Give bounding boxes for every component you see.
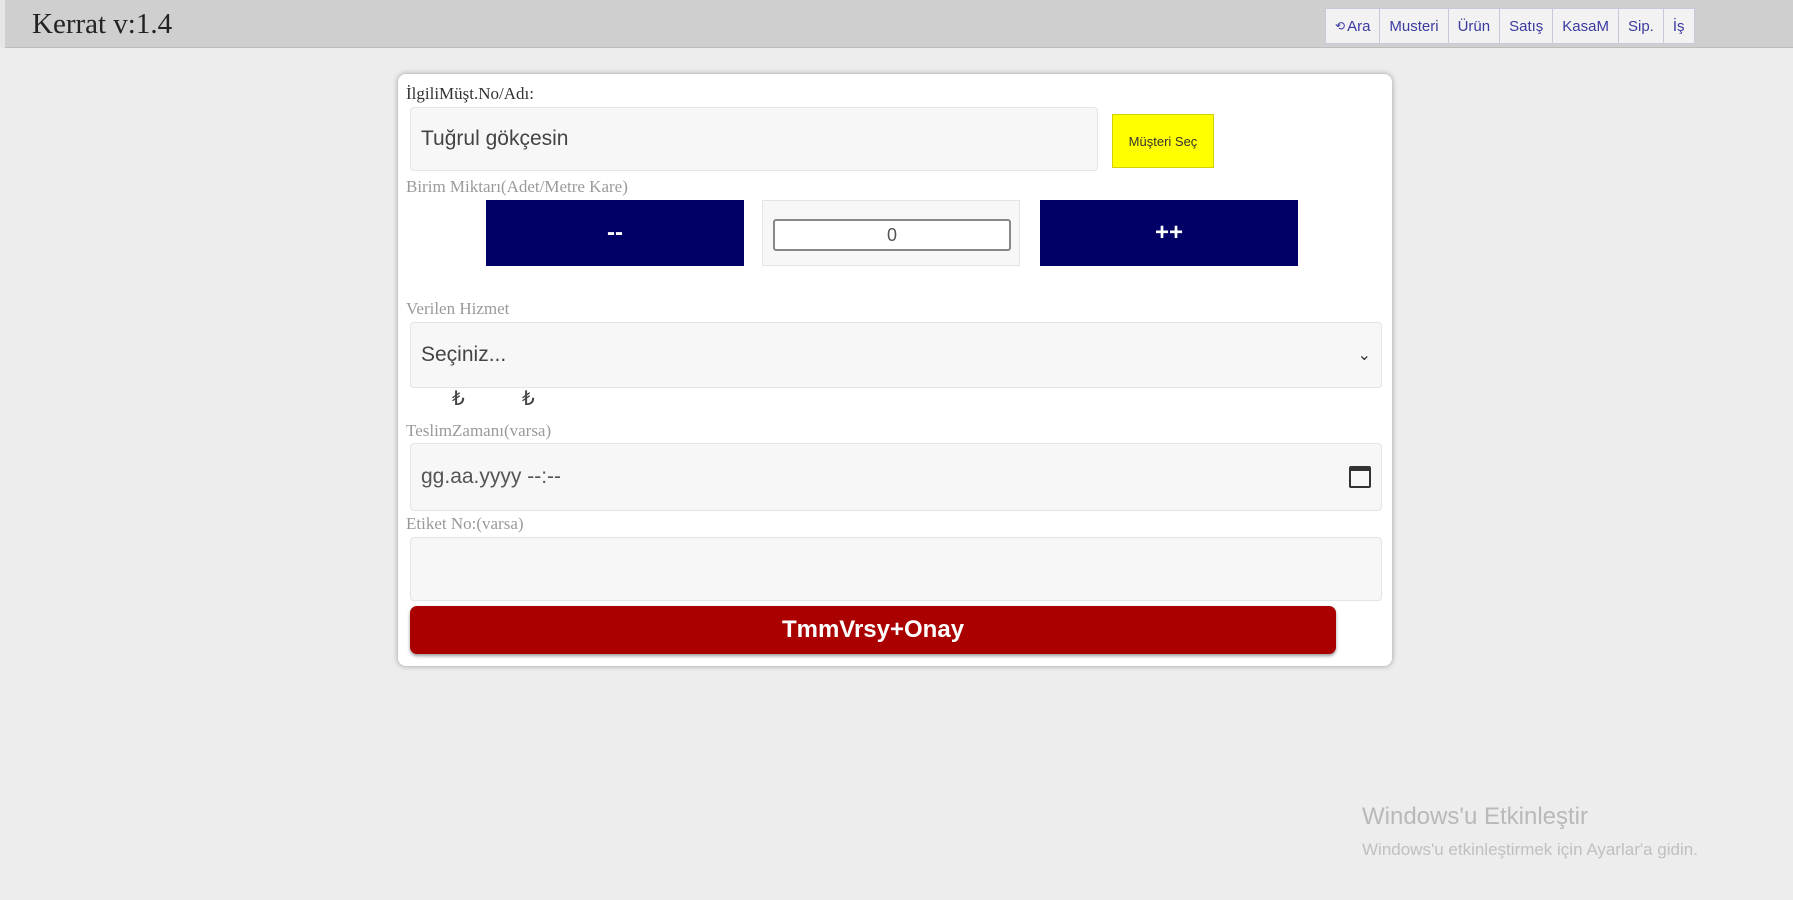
top-bar: Kerrat v:1.4 ⟲ Ara Musteri Ürün Satış Ka…: [0, 0, 1793, 48]
chevron-down-icon: ⌄: [1357, 347, 1371, 364]
increment-button[interactable]: ++: [1040, 200, 1298, 266]
order-form-card: İlgiliMüşt.No/Adı: Tuğrul gökçesin Müşte…: [398, 74, 1392, 666]
nav-item-is[interactable]: İş: [1664, 9, 1694, 43]
delivery-label: TeslimZamanı(varsa): [406, 421, 552, 440]
service-select[interactable]: Seçiniz... ⌄: [410, 322, 1382, 388]
service-select-value: Seçiniz...: [421, 343, 507, 366]
calendar-icon[interactable]: [1349, 466, 1371, 488]
select-customer-button[interactable]: Müşteri Seç: [1112, 114, 1214, 168]
service-label: Verilen Hizmet: [406, 299, 510, 318]
submit-button[interactable]: TmmVrsy+Onay: [410, 606, 1336, 654]
nav-item-urun[interactable]: Ürün: [1449, 9, 1501, 43]
quantity-label: Birim Miktarı(Adet/Metre Kare): [406, 177, 628, 196]
customer-label: İlgiliMüşt.No/Adı:: [406, 84, 534, 103]
decrement-button[interactable]: --: [486, 200, 744, 266]
nav-item-kasam[interactable]: KasaM: [1553, 9, 1619, 43]
price-display-1: ₺: [452, 388, 465, 410]
nav-item-satis[interactable]: Satış: [1500, 9, 1554, 43]
quantity-stepper: 0: [762, 200, 1020, 266]
refresh-icon: ⟲: [1335, 19, 1346, 33]
top-nav: ⟲ Ara Musteri Ürün Satış KasaM Sip. İş: [1325, 8, 1695, 44]
top-bar-edge: [0, 0, 5, 48]
nav-item-musteri[interactable]: Musteri: [1380, 9, 1449, 43]
tag-label: Etiket No:(varsa): [406, 514, 524, 533]
customer-field-value: Tuğrul gökçesin: [421, 127, 569, 150]
app-title: Kerrat v:1.4: [32, 8, 173, 40]
delivery-datetime-input[interactable]: gg.aa.yyyy --:--: [410, 443, 1382, 511]
customer-field[interactable]: Tuğrul gökçesin: [410, 107, 1098, 171]
nav-item-sip[interactable]: Sip.: [1619, 9, 1664, 43]
activation-watermark-subtitle: Windows'u etkinleştirmek için Ayarlar'a …: [1362, 840, 1698, 859]
price-display-2: ₺: [522, 388, 535, 410]
activation-watermark-title: Windows'u Etkinleştir: [1362, 803, 1588, 830]
nav-item-ara[interactable]: ⟲ Ara: [1326, 9, 1381, 43]
nav-item-label: Ara: [1347, 17, 1371, 35]
delivery-placeholder: gg.aa.yyyy --:--: [421, 465, 562, 488]
quantity-input[interactable]: 0: [773, 219, 1011, 251]
tag-input[interactable]: [410, 537, 1382, 601]
